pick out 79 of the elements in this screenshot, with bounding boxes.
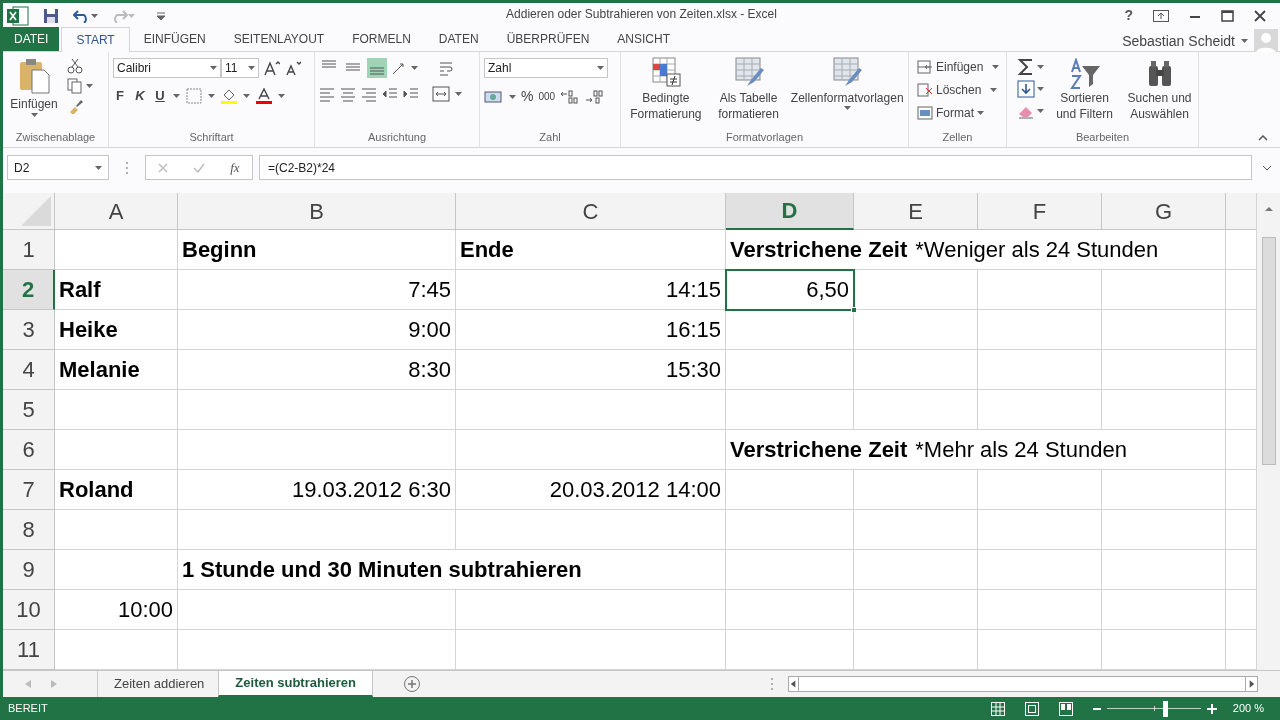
cells-button[interactable]: Einfügen — [917, 58, 1000, 76]
formula-field[interactable]: =(C2-B2)*24 — [259, 155, 1252, 180]
file-tab[interactable]: DATEI — [3, 27, 60, 51]
group-label: Formatvorlagen — [724, 130, 804, 145]
column-header[interactable]: E — [854, 193, 978, 230]
row-header[interactable]: 4 — [3, 350, 55, 390]
row-header[interactable]: 7 — [3, 470, 55, 510]
grid-cell[interactable]: Ende — [456, 230, 726, 270]
ribbon-tab[interactable]: SEITENLAYOUT — [219, 27, 339, 51]
column-header[interactable]: F — [978, 193, 1102, 230]
group-label: Schriftart — [188, 130, 235, 145]
grid-cell[interactable]: 19.03.2012 6:30 — [178, 470, 456, 510]
grid-cell[interactable]: 15:30 — [456, 350, 726, 390]
styles-button[interactable]: Als Tabelle formatieren — [712, 56, 785, 122]
column-header[interactable]: C — [456, 193, 726, 230]
underline-button[interactable]: U — [153, 86, 167, 106]
styles-button[interactable]: Zellenformatvorlagen — [788, 56, 906, 110]
grid-cell[interactable]: Beginn — [178, 230, 456, 270]
ribbon-tab[interactable]: ANSICHT — [603, 27, 684, 51]
column-header[interactable]: D — [726, 193, 854, 230]
number-format-field[interactable]: Zahl — [484, 58, 608, 78]
grid-cell[interactable]: 16:15 — [456, 310, 726, 350]
sheet-tab[interactable]: Zeiten subtrahieren — [218, 671, 373, 697]
column-header[interactable]: A — [55, 193, 178, 230]
grid-cell[interactable]: Ralf — [55, 270, 178, 310]
grid-cell[interactable]: 14:15 — [456, 270, 726, 310]
group-label: Zellen — [941, 130, 974, 145]
user-name[interactable]: Sebastian Scheidt — [1122, 30, 1235, 52]
ribbon-tab[interactable]: FORMELN — [338, 27, 425, 51]
font-name-field[interactable]: Calibri — [113, 58, 221, 78]
column-header[interactable]: G — [1102, 193, 1226, 230]
bold-button[interactable]: F — [113, 86, 127, 106]
ribbon-tab[interactable]: DATEN — [424, 27, 493, 51]
row-header[interactable]: 11 — [3, 630, 55, 670]
row-header[interactable]: 6 — [3, 430, 55, 470]
window-title: Addieren oder Subtrahieren von Zeiten.xlsx - Excel — [506, 6, 777, 23]
row-header[interactable]: 3 — [3, 310, 55, 350]
row-header[interactable]: 2 — [3, 270, 55, 310]
grid-cell[interactable]: Heike — [55, 310, 178, 350]
grid-cell[interactable]: 7:45 — [178, 270, 456, 310]
row-header[interactable]: 10 — [3, 590, 55, 630]
font-size-field[interactable]: 11 — [221, 58, 259, 78]
name-box[interactable]: D2 — [7, 155, 109, 180]
editing-button[interactable]: Suchen und Auswählen — [1125, 58, 1194, 122]
ribbon-tab[interactable]: EINFÜGEN — [129, 27, 220, 51]
zoom-level[interactable]: 200 % — [1232, 700, 1264, 717]
row-header[interactable]: 1 — [3, 230, 55, 270]
grid-cell[interactable]: 6,50 — [726, 270, 854, 310]
group-label: Zahl — [538, 130, 562, 145]
italic-button[interactable]: K — [133, 86, 147, 106]
row-header[interactable]: 9 — [3, 550, 55, 590]
group-label: Ausrichtung — [366, 130, 428, 145]
sheet-tab[interactable]: Zeiten addieren — [100, 671, 219, 697]
grid-cell[interactable]: 9:00 — [178, 310, 456, 350]
grid-cell[interactable]: Roland — [55, 470, 178, 510]
group-label: Bearbeiten — [1074, 130, 1131, 145]
thousands-separator-button[interactable]: 000 — [538, 89, 556, 104]
ribbon-tab[interactable]: ÜBERPRÜFEN — [492, 27, 604, 51]
help-button[interactable]: ? — [1124, 5, 1133, 26]
percent-button[interactable]: % — [521, 86, 534, 107]
ribbon-tab[interactable]: START — [61, 27, 130, 52]
grid-cell[interactable]: Verstrichene Zeit *Weniger als 24 Stunden — [726, 230, 1226, 270]
grid-cell[interactable]: Melanie — [55, 350, 178, 390]
column-header[interactable]: B — [178, 193, 456, 230]
row-header[interactable]: 8 — [3, 510, 55, 550]
paste-button[interactable]: Einfügen — [7, 58, 61, 117]
editing-button[interactable]: Sortieren und Filtern — [1050, 58, 1119, 122]
styles-button[interactable]: Bedingte Formatierung — [623, 56, 709, 122]
insert-function-button[interactable]: fx — [230, 157, 240, 178]
grid-cell[interactable]: Verstrichene Zeit *Mehr als 24 Stunden — [726, 430, 1226, 470]
cells-button[interactable]: Löschen — [917, 81, 1000, 99]
grid-cell[interactable]: 20.03.2012 14:00 — [456, 470, 726, 510]
status-text: BEREIT — [7, 701, 48, 717]
grid-cell[interactable]: 10:00 — [55, 590, 178, 630]
group-label: Zwischenablage — [14, 130, 97, 145]
grid-cell[interactable]: 1 Stunde und 30 Minuten subtrahieren — [178, 550, 726, 590]
row-header[interactable]: 5 — [3, 390, 55, 430]
cells-button[interactable]: Format — [917, 104, 1000, 122]
grid-cell[interactable]: 8:30 — [178, 350, 456, 390]
